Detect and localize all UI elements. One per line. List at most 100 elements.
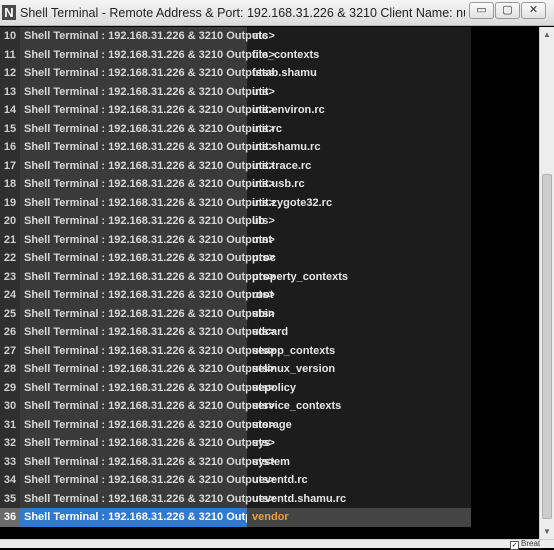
command-output: sdcard (252, 326, 289, 338)
app-logo-icon: N (2, 5, 16, 20)
shell-prompt: Shell Terminal : 192.168.31.226 & 3210 O… (20, 156, 275, 175)
command-output: ueventd.shamu.rc (252, 492, 347, 505)
line-number: 32 (3, 437, 17, 449)
window-title: Shell Terminal - Remote Address & Port: … (20, 6, 465, 20)
terminal-line[interactable]: 24 Shell Terminal : 192.168.31.226 & 3210… (0, 286, 471, 305)
line-number: 34 (3, 474, 17, 486)
line-number: 18 (3, 178, 17, 190)
command-output: init (252, 85, 269, 98)
line-number: 11 (4, 48, 16, 61)
shell-prompt: Shell Terminal : 192.168.31.226 & 3210 O… (20, 304, 275, 323)
terminal-line[interactable]: 28 Shell Terminal : 192.168.31.226 & 3210… (0, 360, 471, 379)
command-output: init.zygote32.rc (252, 196, 333, 209)
shell-prompt: Shell Terminal : 192.168.31.226 & 3210 O… (20, 415, 275, 434)
terminal-line[interactable]: 22 Shell Terminal : 192.168.31.226 & 3210… (0, 249, 471, 268)
terminal-line[interactable]: 27 Shell Terminal : 192.168.31.226 & 3210… (0, 341, 471, 360)
command-output: file_contexts (252, 48, 320, 61)
command-output: ueventd.rc (252, 474, 308, 486)
shell-prompt: Shell Terminal : 192.168.31.226 & 3210 O… (20, 45, 275, 64)
line-number: 17 (3, 159, 17, 172)
terminal-line[interactable]: 25 Shell Terminal : 192.168.31.226 & 3210… (0, 304, 471, 323)
terminal-line[interactable]: 18 Shell Terminal : 192.168.31.226 & 3210… (0, 175, 471, 194)
line-number: 13 (3, 85, 17, 98)
shell-prompt: Shell Terminal : 192.168.31.226 & 3210 O… (20, 489, 275, 508)
breat-checkbox-label: Breat (521, 539, 541, 548)
command-output: property_contexts (252, 270, 348, 283)
command-output: init.rc (252, 122, 282, 135)
shell-prompt: Shell Terminal : 192.168.31.226 & 3210 O… (20, 138, 275, 157)
line-number: 15 (3, 122, 17, 135)
shell-prompt: Shell Terminal : 192.168.31.226 & 3210 O… (20, 267, 275, 286)
command-output: sys (252, 437, 271, 449)
terminal-line[interactable]: 36 Shell Terminal : 192.168.31.226 & 3210… (0, 508, 471, 527)
command-output: selinux_version (252, 363, 336, 375)
command-output: seapp_contexts (252, 344, 336, 357)
command-output: proc (252, 252, 276, 264)
command-output: service_contexts (252, 400, 342, 412)
terminal-output[interactable]: 10 Shell Terminal : 192.168.31.226 & 3210… (0, 27, 539, 539)
terminal-line[interactable]: 11 Shell Terminal : 192.168.31.226 & 3210… (0, 45, 471, 64)
line-number: 12 (3, 67, 17, 79)
terminal-line[interactable]: 31 Shell Terminal : 192.168.31.226 & 3210… (0, 415, 471, 434)
command-output: init.trace.rc (252, 159, 312, 172)
command-output: storage (252, 418, 292, 431)
bottom-status-strip: ✓ Breat (0, 539, 554, 550)
line-number: 35 (3, 492, 17, 505)
shell-prompt: Shell Terminal : 192.168.31.226 & 3210 O… (20, 452, 275, 471)
vertical-scrollbar[interactable]: ▲ ▼ (539, 27, 554, 539)
title-bar[interactable]: N Shell Terminal - Remote Address & Port… (0, 0, 554, 26)
line-number: 22 (3, 252, 17, 264)
shell-prompt: Shell Terminal : 192.168.31.226 & 3210 O… (20, 471, 275, 490)
command-output: lib (252, 215, 265, 227)
terminal-line[interactable]: 20 Shell Terminal : 192.168.31.226 & 3210… (0, 212, 471, 231)
line-number: 19 (3, 196, 17, 209)
terminal-line[interactable]: 15 Shell Terminal : 192.168.31.226 & 3210… (0, 119, 471, 138)
shell-prompt: Shell Terminal : 192.168.31.226 & 3210 O… (20, 360, 275, 379)
shell-prompt: Shell Terminal : 192.168.31.226 & 3210 O… (20, 101, 275, 120)
shell-prompt: Shell Terminal : 192.168.31.226 & 3210 O… (20, 323, 275, 342)
line-number: 26 (3, 326, 17, 338)
terminal-line[interactable]: 12 Shell Terminal : 192.168.31.226 & 3210… (0, 64, 471, 83)
terminal-line[interactable]: 32 Shell Terminal : 192.168.31.226 & 3210… (0, 434, 471, 453)
terminal-line[interactable]: 19 Shell Terminal : 192.168.31.226 & 3210… (0, 193, 471, 212)
minimize-button[interactable]: ▭ (469, 2, 494, 19)
line-number: 33 (3, 455, 17, 468)
terminal-line[interactable]: 30 Shell Terminal : 192.168.31.226 & 3210… (0, 397, 471, 416)
shell-prompt: Shell Terminal : 192.168.31.226 & 3210 O… (20, 175, 275, 194)
shell-prompt: Shell Terminal : 192.168.31.226 & 3210 O… (20, 212, 275, 231)
shell-prompt: Shell Terminal : 192.168.31.226 & 3210 O… (20, 249, 275, 268)
terminal-line[interactable]: 13 Shell Terminal : 192.168.31.226 & 3210… (0, 82, 471, 101)
terminal-line[interactable]: 26 Shell Terminal : 192.168.31.226 & 3210… (0, 323, 471, 342)
shell-prompt: Shell Terminal : 192.168.31.226 & 3210 O… (20, 378, 275, 397)
command-output: mnt (252, 233, 273, 246)
terminal-line[interactable]: 33 Shell Terminal : 192.168.31.226 & 3210… (0, 452, 471, 471)
shell-prompt: Shell Terminal : 192.168.31.226 & 3210 O… (20, 341, 275, 360)
line-number: 29 (3, 381, 17, 394)
command-output: sepolicy (252, 381, 297, 394)
line-number: 16 (3, 141, 17, 153)
maximize-button[interactable]: ▢ (495, 2, 520, 19)
terminal-line[interactable]: 17 Shell Terminal : 192.168.31.226 & 3210… (0, 156, 471, 175)
line-number: 28 (3, 363, 17, 375)
terminal-line[interactable]: 21 Shell Terminal : 192.168.31.226 & 3210… (0, 230, 471, 249)
terminal-line[interactable]: 16 Shell Terminal : 192.168.31.226 & 3210… (0, 138, 471, 157)
scroll-up-arrow-icon[interactable]: ▲ (540, 27, 554, 42)
terminal-line[interactable]: 35 Shell Terminal : 192.168.31.226 & 3210… (0, 489, 471, 508)
close-button[interactable]: ✕ (521, 2, 546, 19)
shell-prompt: Shell Terminal : 192.168.31.226 & 3210 O… (20, 193, 275, 212)
terminal-line[interactable]: 14 Shell Terminal : 192.168.31.226 & 3210… (0, 101, 471, 120)
scroll-down-arrow-icon[interactable]: ▼ (540, 524, 554, 539)
terminal-line[interactable]: 29 Shell Terminal : 192.168.31.226 & 3210… (0, 378, 471, 397)
terminal-line[interactable]: 10 Shell Terminal : 192.168.31.226 & 3210… (0, 27, 471, 46)
line-number: 21 (3, 233, 17, 246)
command-output: sbin (252, 307, 275, 320)
scrollbar-thumb[interactable] (542, 174, 552, 519)
shell-prompt: Shell Terminal : 192.168.31.226 & 3210 O… (20, 230, 275, 249)
line-number: 36 (0, 508, 20, 527)
shell-prompt: Shell Terminal : 192.168.31.226 & 3210 O… (20, 286, 275, 305)
terminal-line[interactable]: 23 Shell Terminal : 192.168.31.226 & 3210… (0, 267, 471, 286)
breat-checkbox[interactable]: ✓ (510, 541, 519, 550)
line-number: 24 (3, 289, 17, 301)
terminal-line[interactable]: 34 Shell Terminal : 192.168.31.226 & 3210… (0, 471, 471, 490)
line-number: 23 (3, 270, 17, 283)
